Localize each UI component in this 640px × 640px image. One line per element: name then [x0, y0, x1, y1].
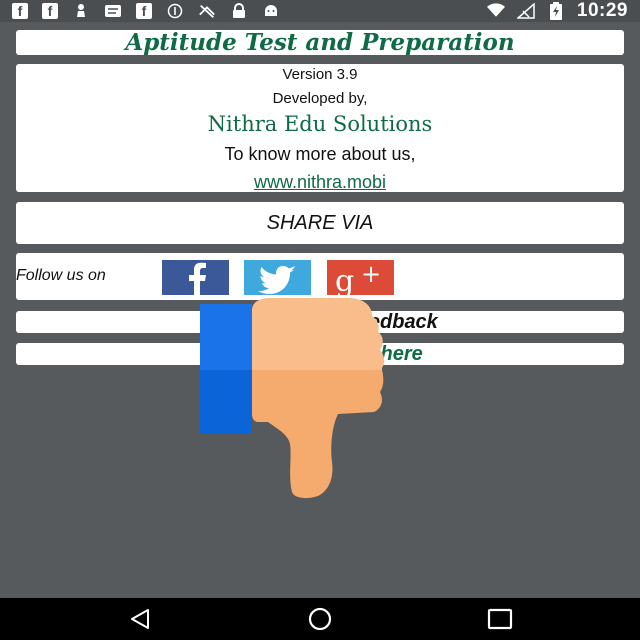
battery-charging-icon	[547, 2, 565, 20]
back-icon	[131, 609, 149, 629]
know-more-text: To know more about us,	[224, 144, 416, 164]
follow-us-label: Follow us on	[16, 267, 106, 284]
facebook-icon: f	[12, 3, 28, 19]
developed-by-text: Developed by,	[272, 90, 368, 107]
about-card: Version 3.9 Developed by, Nithra Edu Sol…	[16, 64, 624, 192]
home-button[interactable]	[304, 606, 336, 632]
clock: 10:29	[576, 0, 628, 21]
app-title: Aptitude Test and Preparation	[125, 29, 515, 56]
share-via-button[interactable]: SHARE VIA	[16, 202, 624, 244]
twitter-icon	[258, 266, 296, 294]
no-signal-icon	[198, 3, 216, 19]
follow-us-card: Follow us on g +	[16, 253, 624, 300]
website-link[interactable]: www.nithra.mobi	[16, 172, 624, 193]
facebook-icon: f	[42, 3, 58, 19]
title-card: Aptitude Test and Preparation	[16, 29, 624, 56]
svg-text:g: g	[335, 264, 354, 295]
recent-apps-icon	[487, 608, 513, 630]
notification-icons: f f f	[0, 3, 280, 19]
version-text: Version 3.9	[282, 66, 358, 83]
thumbs-down-icon	[200, 298, 385, 499]
home-icon	[308, 607, 332, 631]
info-icon	[166, 3, 184, 19]
wifi-icon	[486, 3, 505, 19]
navigation-bar	[0, 598, 640, 640]
android-icon	[262, 3, 280, 19]
signal-icon	[516, 3, 535, 19]
facebook-icon: f	[136, 3, 152, 19]
google-plus-button[interactable]: g +	[327, 260, 394, 295]
twitter-button[interactable]	[244, 260, 311, 295]
chess-pawn-icon	[72, 3, 90, 19]
recent-apps-button[interactable]	[484, 606, 516, 632]
status-bar: f f f 10:29	[0, 0, 640, 22]
company-name: Nithra Edu Solutions	[207, 112, 433, 136]
share-via-label: SHARE VIA	[266, 211, 374, 234]
back-button[interactable]	[124, 606, 156, 632]
system-status: 10:29	[486, 0, 640, 22]
google-plus-icon: g +	[335, 260, 381, 295]
svg-text:+: +	[361, 260, 381, 288]
facebook-icon	[189, 262, 206, 295]
lock-icon	[230, 3, 248, 19]
facebook-button[interactable]	[162, 260, 229, 295]
message-icon	[104, 3, 122, 19]
